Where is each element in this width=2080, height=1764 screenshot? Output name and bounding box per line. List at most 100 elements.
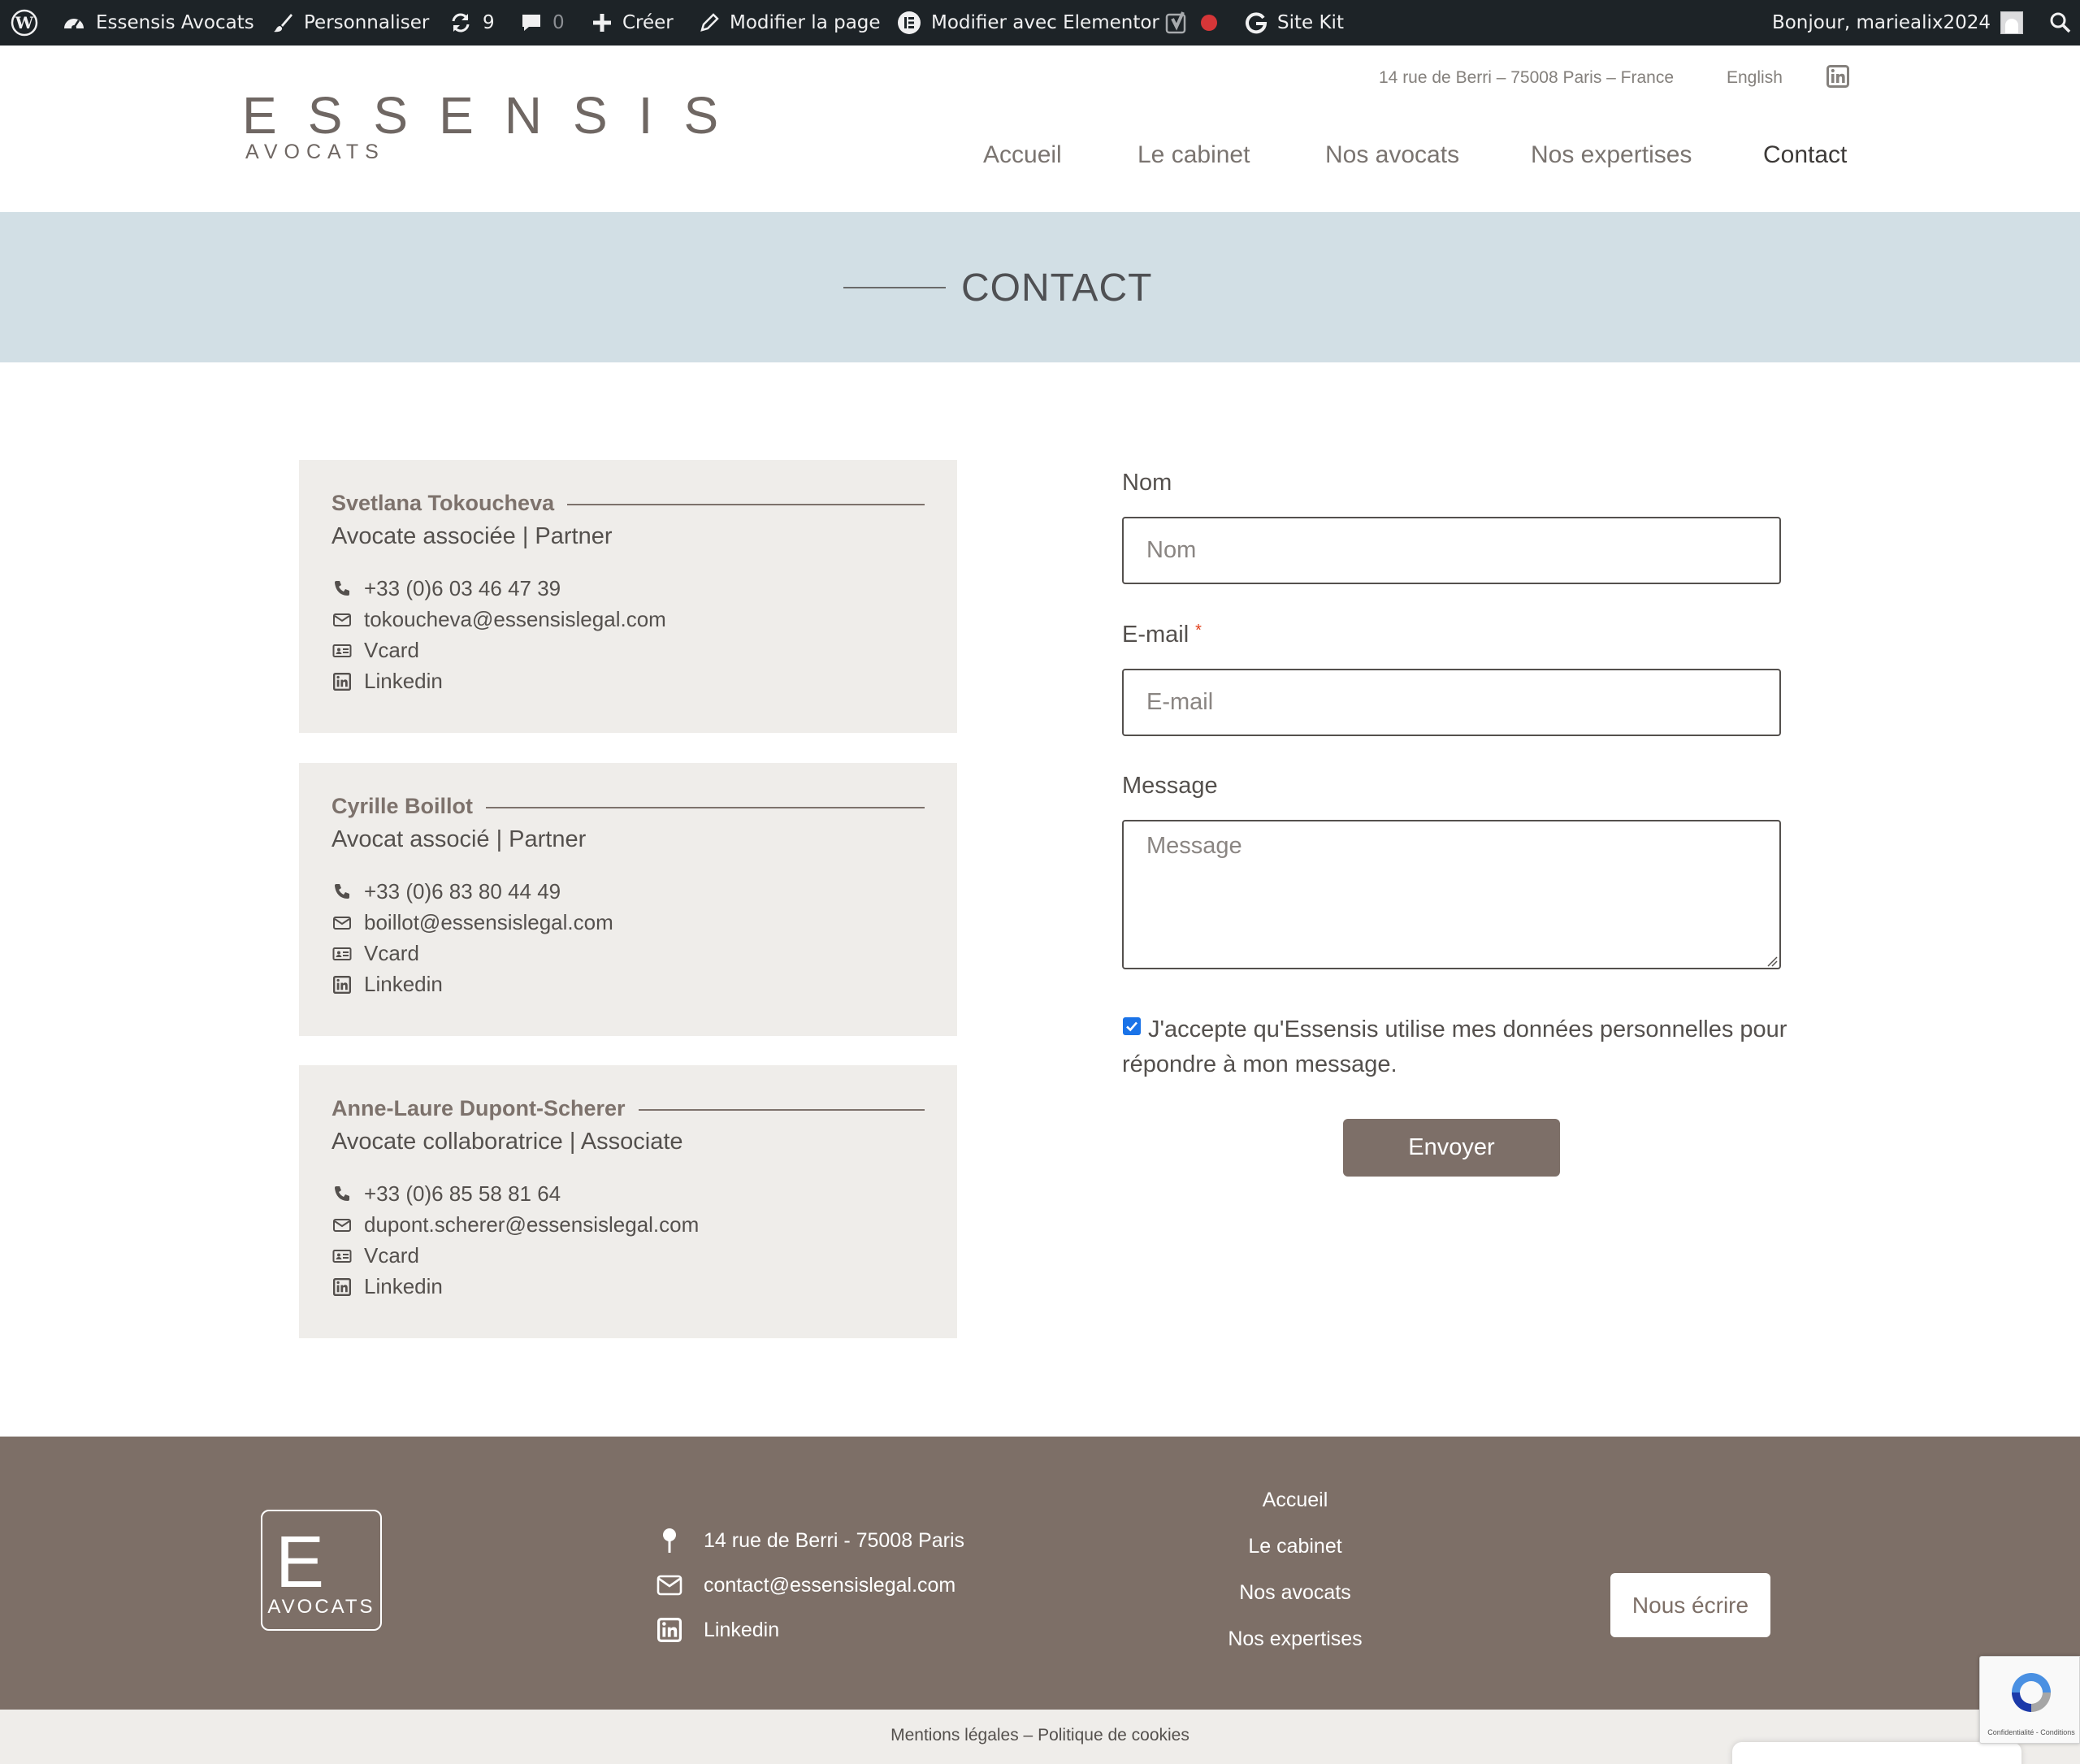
lawyer-phone: +33 (0)6 83 80 44 49 <box>364 879 561 904</box>
nav-le-cabinet[interactable]: Le cabinet <box>1138 141 1250 169</box>
nav-accueil[interactable]: Accueil <box>983 141 1062 169</box>
lawyer-card: Cyrille Boillot Avocat associé | Partner… <box>299 763 957 1036</box>
consent-label[interactable]: J'accepte qu'Essensis utilise mes donnée… <box>1122 1012 1796 1082</box>
footer-address-text: 14 rue de Berri - 75008 Paris <box>704 1528 965 1552</box>
lawyer-vcard: Vcard <box>364 638 419 662</box>
envelope-icon <box>332 609 353 631</box>
footer-nav-nos-expertises[interactable]: Nos expertises <box>1173 1627 1417 1651</box>
name-label-text: Nom <box>1122 470 1172 496</box>
footer-nav-nos-avocats[interactable]: Nos avocats <box>1173 1581 1417 1605</box>
lawyer-email-link[interactable]: tokoucheva@essensislegal.com <box>332 607 666 632</box>
lawyer-email: boillot@essensislegal.com <box>364 910 613 934</box>
recaptcha-icon <box>2007 1668 2056 1721</box>
nav-nos-expertises[interactable]: Nos expertises <box>1531 141 1692 169</box>
required-mark: * <box>1195 622 1202 639</box>
admin-updates-link[interactable]: 9 <box>448 0 495 46</box>
footer-logo[interactable]: E AVOCATS <box>261 1510 382 1631</box>
admin-site-name: Essensis Avocats <box>96 12 254 33</box>
map-pin-icon <box>656 1528 682 1554</box>
id-card-icon <box>332 943 353 964</box>
lawyer-phone-link[interactable]: +33 (0)6 83 80 44 49 <box>332 879 561 904</box>
linkedin-icon <box>332 671 353 692</box>
lawyer-card: Svetlana Tokoucheva Avocate associée | P… <box>299 460 957 733</box>
recaptcha-terms: Confidentialité - Conditions <box>1987 1728 2075 1736</box>
admin-elementor-link[interactable]: Modifier avec Elementor <box>897 0 1159 46</box>
lawyer-role: Avocate collaboratrice | Associate <box>332 1129 683 1155</box>
lawyer-linkedin-link[interactable]: Linkedin <box>332 669 443 694</box>
nav-nos-avocats[interactable]: Nos avocats <box>1325 141 1459 169</box>
lawyer-role: Avocat associé | Partner <box>332 826 587 852</box>
language-switch-link[interactable]: English <box>1727 68 1783 88</box>
brush-icon <box>271 11 294 34</box>
footer-email-link[interactable]: contact@essensislegal.com <box>656 1572 956 1598</box>
site-footer: E AVOCATS 14 rue de Berri - 75008 Paris … <box>0 1437 2080 1710</box>
phone-icon <box>332 882 353 903</box>
footer-linkedin-link[interactable]: Linkedin <box>656 1617 779 1643</box>
lawyer-vcard: Vcard <box>364 941 419 965</box>
message-field[interactable] <box>1122 820 1781 969</box>
admin-edit-page-label: Modifier la page <box>730 12 881 33</box>
footer-nav-accueil[interactable]: Accueil <box>1173 1489 1417 1512</box>
logo-wordmark: ESSENSIS <box>242 86 750 145</box>
lawyer-email-link[interactable]: dupont.scherer@essensislegal.com <box>332 1212 699 1237</box>
name-label: Nom <box>1122 470 1172 496</box>
lawyer-email: tokoucheva@essensislegal.com <box>364 607 666 631</box>
name-field[interactable] <box>1122 517 1781 584</box>
footer-email-text: contact@essensislegal.com <box>704 1573 956 1597</box>
lawyer-name: Cyrille Boillot <box>332 794 487 819</box>
write-us-button[interactable]: Nous écrire <box>1610 1573 1770 1637</box>
envelope-icon <box>332 1215 353 1236</box>
lawyer-phone: +33 (0)6 85 58 81 64 <box>364 1181 561 1206</box>
lawyer-phone: +33 (0)6 03 46 47 39 <box>364 576 561 600</box>
admin-site-name-link[interactable]: Essensis Avocats <box>62 0 254 46</box>
admin-comments-link[interactable]: 0 <box>520 0 565 46</box>
lawyer-vcard-link[interactable]: Vcard <box>332 638 419 663</box>
admin-comments-count: 0 <box>552 12 565 33</box>
resize-handle-icon[interactable] <box>1766 956 1778 967</box>
nav-contact[interactable]: Contact <box>1763 141 1847 169</box>
admin-search-icon[interactable] <box>2049 0 2072 46</box>
dashboard-icon <box>62 11 86 35</box>
lawyer-name: Svetlana Tokoucheva <box>332 491 568 516</box>
cookie-consent-panel[interactable] <box>1732 1742 2022 1764</box>
lawyer-phone-link[interactable]: +33 (0)6 03 46 47 39 <box>332 576 561 601</box>
footer-logo-letter: E <box>275 1522 325 1603</box>
wordpress-logo-icon[interactable]: W <box>10 0 39 46</box>
admin-yoast-link[interactable] <box>1165 0 1217 46</box>
lawyer-linkedin-link[interactable]: Linkedin <box>332 1274 443 1299</box>
footer-linkedin-text: Linkedin <box>704 1618 780 1641</box>
footer-nav-le-cabinet[interactable]: Le cabinet <box>1173 1535 1417 1558</box>
yoast-icon <box>1165 10 1191 36</box>
email-field[interactable] <box>1122 669 1781 736</box>
admin-site-kit-link[interactable]: Site Kit <box>1245 0 1344 46</box>
site-logo[interactable]: ESSENSIS AVOCATS <box>242 86 750 163</box>
footer-logo-subtitle: AVOCATS <box>267 1596 375 1618</box>
admin-account-link[interactable]: Bonjour, marie­alix2024 <box>1772 0 2023 46</box>
email-label-text: E-mail <box>1122 622 1190 648</box>
submit-button[interactable]: Envoyer <box>1343 1119 1560 1177</box>
email-label: E-mail * <box>1122 622 1202 648</box>
admin-elementor-label: Modifier avec Elementor <box>931 12 1159 33</box>
lawyer-phone-link[interactable]: +33 (0)6 85 58 81 64 <box>332 1181 561 1207</box>
lawyer-linkedin-link[interactable]: Linkedin <box>332 972 443 997</box>
id-card-icon <box>332 1246 353 1267</box>
admin-edit-page-link[interactable]: Modifier la page <box>699 0 881 46</box>
lawyer-card: Anne-Laure Dupont-Scherer Avocate collab… <box>299 1065 957 1338</box>
elementor-icon <box>897 11 921 35</box>
pencil-icon <box>699 12 720 33</box>
admin-customize-link[interactable]: Personnaliser <box>271 0 429 46</box>
linkedin-icon[interactable] <box>1826 65 1849 92</box>
lawyer-linkedin: Linkedin <box>364 1274 443 1298</box>
linkedin-icon <box>332 974 353 995</box>
lawyer-email: dupont.scherer@essensislegal.com <box>364 1212 700 1237</box>
lawyer-vcard-link[interactable]: Vcard <box>332 941 419 966</box>
admin-new-link[interactable]: Créer <box>592 0 674 46</box>
message-label: Message <box>1122 773 1218 800</box>
admin-updates-count: 9 <box>483 12 495 33</box>
lawyer-vcard-link[interactable]: Vcard <box>332 1243 419 1268</box>
lawyer-email-link[interactable]: boillot@essensislegal.com <box>332 910 613 935</box>
recaptcha-badge[interactable]: Confidentialité - Conditions <box>1979 1656 2080 1744</box>
plus-icon <box>592 12 613 33</box>
admin-site-kit-label: Site Kit <box>1277 12 1344 33</box>
page-banner: CONTACT <box>0 212 2080 362</box>
